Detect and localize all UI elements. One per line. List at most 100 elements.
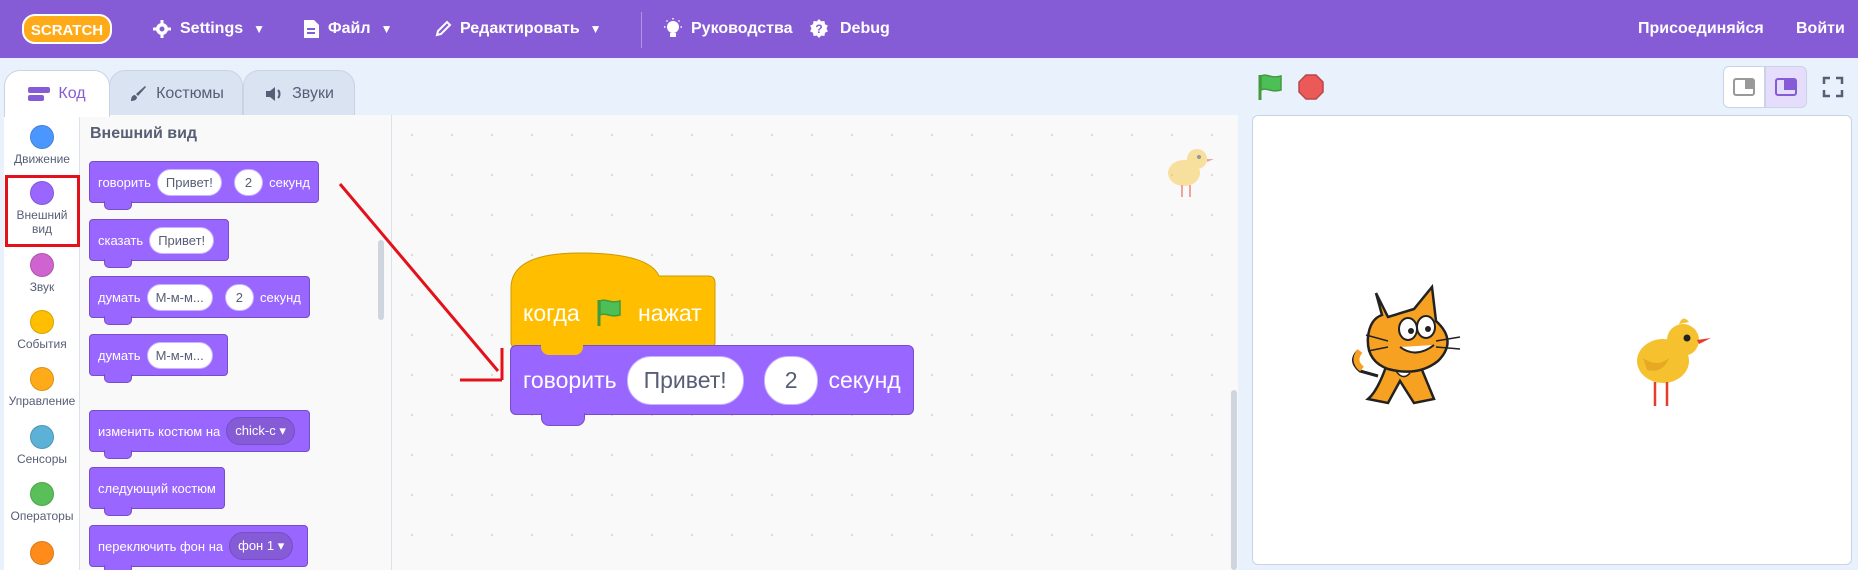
category-label: Сенсоры [16,452,68,466]
logo-text: SCRATCH [31,22,103,39]
category-dot-icon [30,482,54,506]
tutorials-button[interactable]: Руководства [663,0,793,58]
block-input[interactable]: Привет! [149,226,215,254]
file-label: Файл [328,20,371,37]
tab-sounds-label: Звуки [292,84,334,102]
settings-menu[interactable]: Settings ▼ [152,0,265,58]
block-think-for-secs[interactable]: думать М-м-м... 2 секунд [89,276,310,325]
svg-text:?: ? [815,22,822,36]
code-scrollbar[interactable] [1231,390,1237,570]
block-text: думать [98,347,141,363]
tab-code-label: Код [58,85,86,102]
debug-button[interactable]: ? Debug [806,0,890,58]
dropdown-value: chick-c [235,423,276,438]
category-dot-icon [30,125,54,149]
category-label: События [17,337,67,351]
block-text: следующий костюм [98,480,216,496]
small-stage-button[interactable] [1723,66,1765,108]
hat-text-post: нажат [638,300,702,326]
debug-icon: ? [810,19,828,38]
category-sound[interactable]: Звук [4,253,80,294]
block-input[interactable]: Привет! [156,168,222,196]
file-menu[interactable]: Файл ▼ [302,0,392,58]
chevron-down-icon: ▼ [589,22,602,36]
category-dot-icon [30,425,54,449]
chevron-down-icon: ▼ [380,22,393,36]
category-dot-icon [30,367,54,391]
category-control[interactable]: Управление [4,367,80,408]
tab-costumes[interactable]: Костюмы [109,70,243,116]
block-input[interactable]: 2 [233,168,264,196]
block-switch-costume[interactable]: изменить костюм на chick-c ▾ [89,410,310,459]
brush-icon [131,85,147,101]
block-text: секунд [269,174,310,190]
sprite-cat[interactable] [1348,281,1478,411]
block-input[interactable]: Привет! [626,355,744,405]
gear-icon [153,20,171,38]
category-label: Управление [8,394,76,408]
chevron-down-icon: ▼ [253,22,266,36]
join-link[interactable]: Присоединяйся [1638,0,1764,58]
category-events[interactable]: События [4,310,80,351]
stage[interactable] [1252,115,1852,565]
hat-text-pre: когда [523,300,580,326]
block-text: говорить [523,366,617,393]
category-dot-icon [30,541,54,565]
category-label: Движение [14,152,70,166]
green-flag-icon[interactable] [1255,72,1285,102]
block-text: говорить [98,174,151,190]
signin-link[interactable]: Войти [1796,0,1845,58]
category-dot-icon [30,310,54,334]
green-flag-icon [597,299,621,326]
fullscreen-button[interactable] [1812,66,1854,108]
block-input[interactable]: 2 [763,355,819,405]
block-text: секунд [260,289,301,305]
block-next-costume[interactable]: следующий костюм [89,467,225,516]
category-label: Операторы [10,509,74,523]
palette-title: Внешний вид [90,125,198,142]
block-text: думать [98,289,141,305]
block-text: переключить фон на [98,538,224,554]
tab-sounds[interactable]: Звуки [243,70,355,116]
palette-scrollbar[interactable] [378,240,384,320]
pencil-icon [435,20,452,37]
backdrop-dropdown[interactable]: фон 1 ▾ [229,532,294,560]
block-switch-backdrop[interactable]: переключить фон на фон 1 ▾ [89,525,309,570]
fullscreen-icon [1822,76,1844,98]
sprite-thumbnail-chick [1168,149,1214,197]
edit-label: Редактировать [460,20,580,37]
block-say-for-secs[interactable]: говорить Привет! 2 секунд [89,161,319,210]
tab-costumes-label: Костюмы [156,84,224,102]
category-label: Звук [29,280,55,294]
block-say-for-secs-script[interactable]: говорить Привет! 2 секунд [510,345,914,426]
sprite-chick[interactable] [1633,306,1713,416]
edit-menu[interactable]: Редактировать ▼ [434,0,602,58]
code-icon [28,87,51,101]
file-icon [304,20,319,38]
category-motion[interactable]: Движение [4,125,80,166]
tab-code[interactable]: Код [4,70,110,117]
menu-bar: SCRATCH Settings ▼ Файл ▼ Редактировать … [0,0,1858,58]
tutorials-label: Руководства [691,20,793,37]
costume-dropdown[interactable]: chick-c ▾ [226,417,295,445]
block-input[interactable]: М-м-м... [146,283,213,311]
large-stage-button[interactable] [1765,66,1807,108]
looks-highlight-box [5,175,80,247]
block-think[interactable]: думать М-м-м... [89,334,228,383]
block-text: сказать [98,232,144,248]
scratch-logo[interactable]: SCRATCH [22,12,112,46]
stop-icon[interactable] [1297,73,1325,101]
category-variables[interactable] [4,541,80,568]
category-operators[interactable]: Операторы [4,482,80,523]
block-text: изменить костюм на [98,423,221,439]
block-input[interactable]: 2 [224,283,254,311]
large-stage-icon [1775,78,1797,96]
category-sensing[interactable]: Сенсоры [4,425,80,466]
dropdown-value: фон 1 [238,538,275,553]
category-dot-icon [30,253,54,277]
small-stage-icon [1733,78,1755,96]
speaker-icon [266,86,281,101]
settings-label: Settings [180,20,244,37]
block-input[interactable]: М-м-м... [146,341,213,369]
block-say[interactable]: сказать Привет! [89,219,230,268]
